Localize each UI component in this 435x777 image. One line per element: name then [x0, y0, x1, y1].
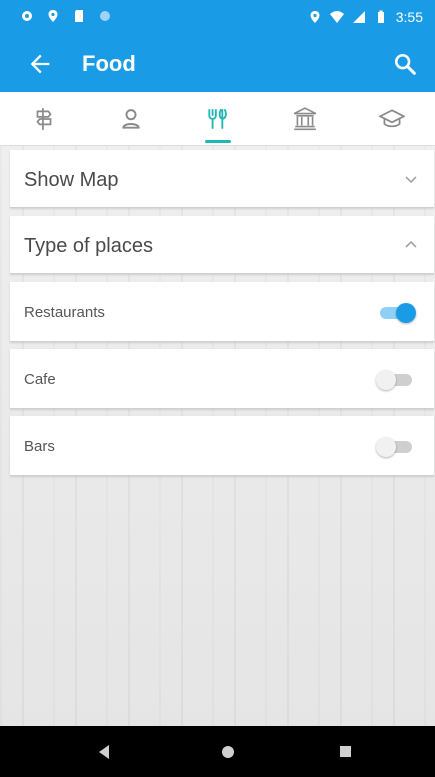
location-icon	[48, 10, 58, 22]
place-row-bars: Bars	[10, 416, 434, 476]
back-triangle-icon[interactable]	[94, 742, 114, 762]
show-map-label: Show Map	[24, 169, 119, 191]
status-right-icons: 3:55	[308, 9, 423, 25]
place-row-restaurants: Restaurants	[10, 282, 434, 342]
home-circle-icon[interactable]	[218, 742, 238, 762]
wifi-icon	[329, 11, 344, 23]
place-label: Restaurants	[24, 304, 105, 321]
bars-toggle[interactable]	[376, 437, 414, 457]
recents-square-icon[interactable]	[336, 742, 356, 762]
place-row-cafe: Cafe	[10, 349, 434, 409]
person-pin-icon	[121, 108, 140, 129]
tab-education[interactable]	[348, 92, 435, 145]
toggle-thumb	[396, 303, 416, 323]
status-bar: 3:55	[0, 0, 435, 36]
page-title: Food	[82, 51, 136, 76]
status-time: 3:55	[395, 9, 423, 25]
toggle-thumb	[376, 370, 396, 390]
show-map-section[interactable]: Show Map	[10, 150, 434, 208]
type-of-places-label: Type of places	[24, 235, 153, 257]
museum-icon	[293, 106, 316, 130]
restaurant-icon	[207, 108, 227, 129]
settings-icon	[22, 11, 32, 21]
battery-icon	[377, 10, 384, 23]
signal-icon	[352, 11, 365, 23]
arrow-left-icon[interactable]	[26, 50, 54, 78]
category-tabs	[0, 92, 435, 146]
tab-people[interactable]	[87, 92, 174, 145]
app-bar: Food	[0, 36, 435, 92]
search-icon[interactable]	[391, 50, 419, 78]
location-icon	[310, 11, 320, 23]
chevron-up-icon	[405, 240, 417, 248]
place-label: Cafe	[24, 371, 56, 388]
sign-icon	[35, 107, 52, 130]
sd-card-icon	[75, 10, 83, 22]
toggle-thumb	[376, 437, 396, 457]
chevron-down-icon	[405, 176, 417, 184]
type-of-places-section[interactable]: Type of places	[10, 216, 434, 274]
tab-signs[interactable]	[0, 92, 87, 145]
cafe-toggle[interactable]	[376, 370, 414, 390]
restaurants-toggle[interactable]	[378, 303, 416, 323]
place-label: Bars	[24, 438, 55, 455]
system-nav-bar	[0, 726, 435, 777]
tab-museums[interactable]	[261, 92, 348, 145]
graduation-cap-icon	[378, 108, 405, 127]
tab-food[interactable]	[174, 92, 261, 145]
circle-icon	[100, 11, 110, 21]
status-left-icons	[20, 9, 112, 23]
tab-active-indicator	[204, 140, 231, 143]
